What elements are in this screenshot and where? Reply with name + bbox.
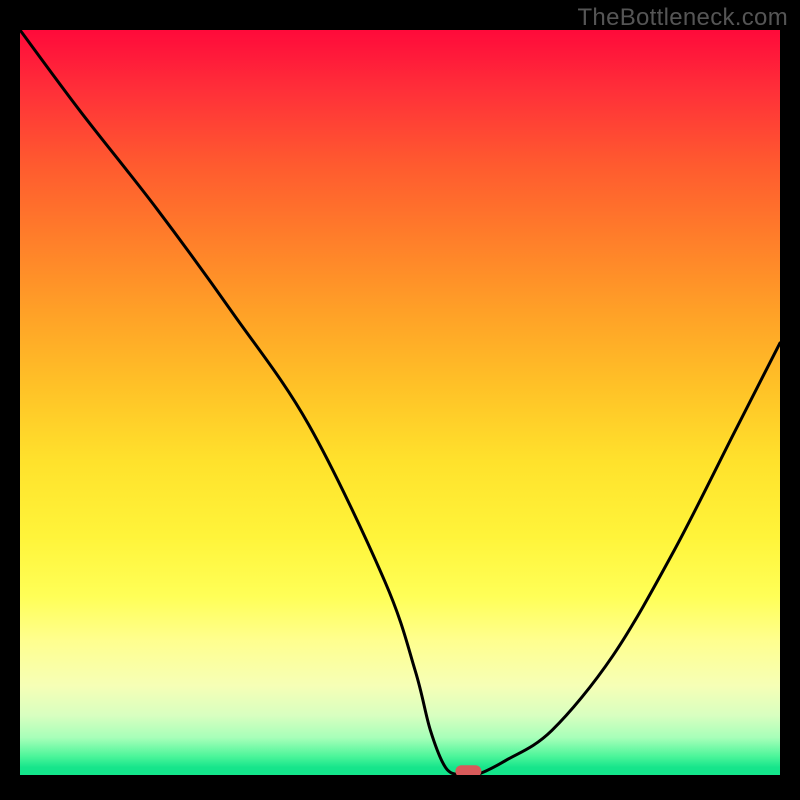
plot-area xyxy=(20,30,780,775)
bottleneck-curve xyxy=(20,30,780,775)
curve-svg xyxy=(20,30,780,775)
min-marker xyxy=(455,765,481,775)
watermark-text: TheBottleneck.com xyxy=(577,4,788,32)
chart-frame: TheBottleneck.com xyxy=(0,0,800,800)
